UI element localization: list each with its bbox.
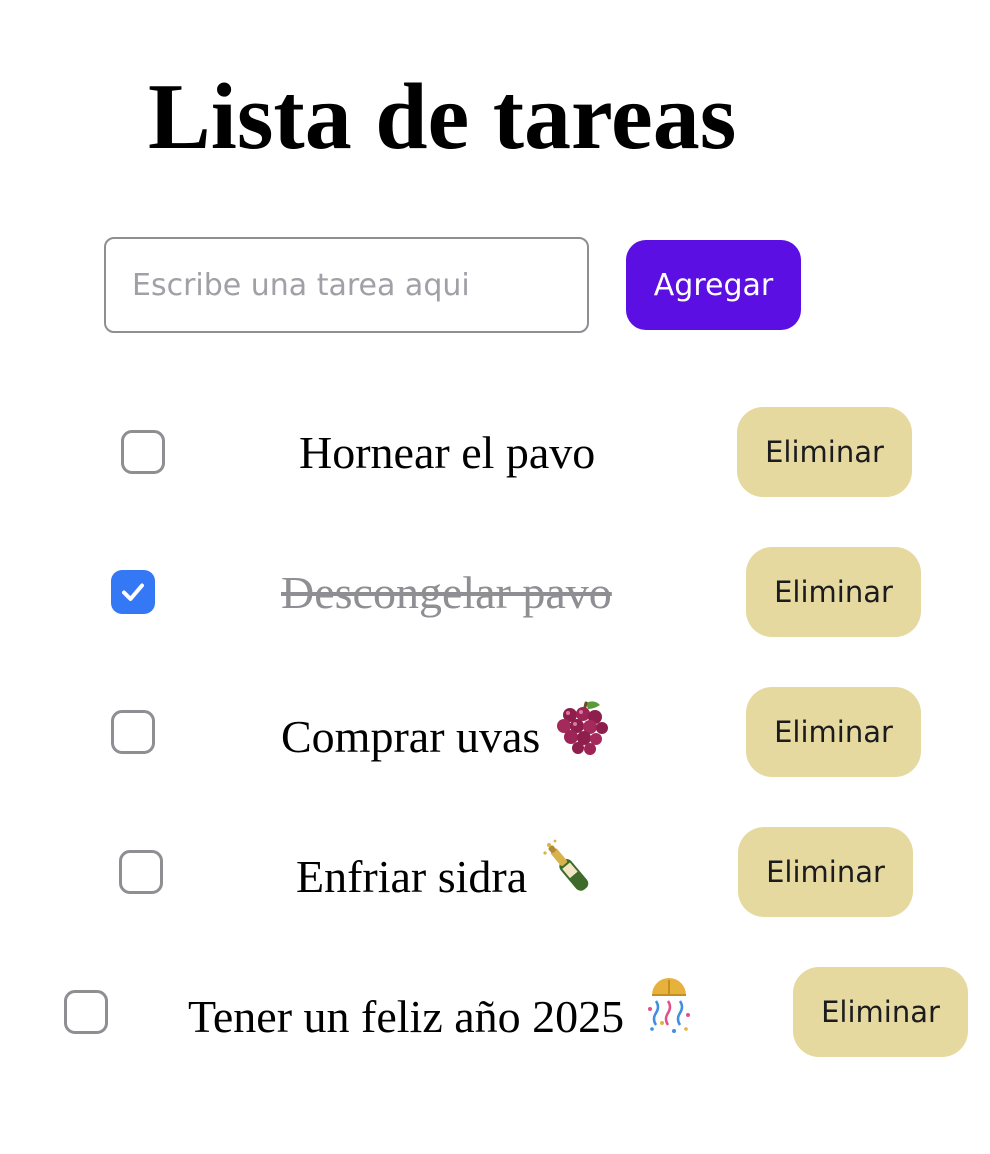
task-label: Comprar uvas	[281, 711, 541, 763]
task-label: Tener un feliz año 2025	[188, 991, 625, 1043]
task-checkbox[interactable]	[111, 710, 155, 754]
delete-task-button[interactable]: Eliminar	[746, 687, 921, 777]
task-item: Tener un feliz año 2025	[188, 978, 700, 1060]
task-checkbox-checked[interactable]	[111, 570, 155, 614]
task-checkbox[interactable]	[119, 850, 163, 894]
delete-task-button[interactable]: Eliminar	[746, 547, 921, 637]
delete-task-button[interactable]: Eliminar	[737, 407, 912, 497]
task-input[interactable]	[104, 237, 589, 333]
grapes-icon	[550, 697, 612, 774]
champagne-bottle-icon	[537, 837, 599, 914]
task-label: Enfriar sidra	[296, 851, 528, 903]
add-task-button[interactable]: Agregar	[626, 240, 801, 330]
checkmark-icon	[122, 583, 144, 601]
confetti-ball-icon	[638, 977, 700, 1054]
task-label: Hornear el pavo	[299, 427, 596, 478]
task-item: Enfriar sidra	[296, 839, 599, 920]
page-title: Lista de tareas	[148, 65, 737, 169]
task-item: Comprar uvas	[281, 701, 612, 780]
task-checkbox[interactable]	[121, 430, 165, 474]
delete-task-button[interactable]: Eliminar	[793, 967, 968, 1057]
delete-task-button[interactable]: Eliminar	[738, 827, 913, 917]
task-label-done: Descongelar pavo	[281, 567, 612, 618]
task-checkbox[interactable]	[64, 990, 108, 1034]
